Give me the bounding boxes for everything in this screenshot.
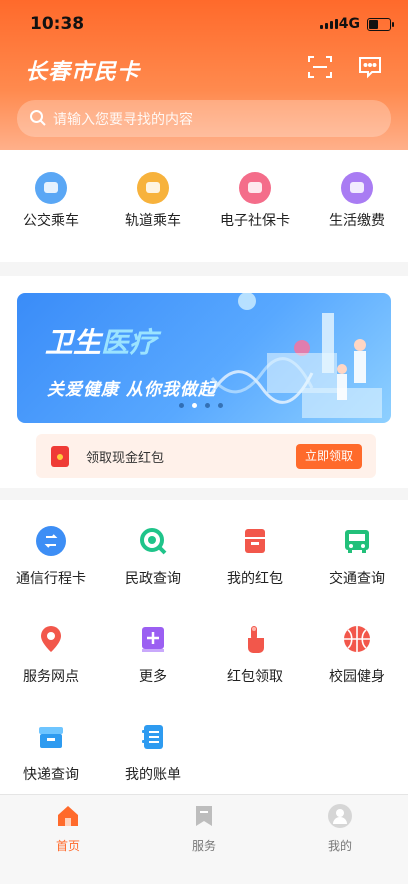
user-avatar-icon xyxy=(328,804,352,828)
service-item-my-red-packet[interactable]: 我的红包 xyxy=(204,526,306,588)
network-type: 4G xyxy=(338,16,360,32)
location-pin-icon xyxy=(41,626,61,652)
tab-mine[interactable]: 我的 xyxy=(272,803,408,854)
search-icon xyxy=(30,110,46,126)
service-item-travel-card[interactable]: 通信行程卡 xyxy=(0,526,102,588)
quick-item-bus[interactable]: 公交乘车 xyxy=(0,172,102,230)
service-item-label: 校园健身 xyxy=(329,669,385,685)
carousel-indicator[interactable] xyxy=(179,403,223,408)
service-item-label: 更多 xyxy=(139,669,167,685)
service-item-more[interactable]: 更多 xyxy=(102,624,204,686)
bus-icon xyxy=(345,530,369,553)
tab-label: 首页 xyxy=(55,839,80,853)
service-item-label: 快递查询 xyxy=(23,767,79,783)
quick-item-label: 电子社保卡 xyxy=(220,213,290,229)
travel-card-icon xyxy=(36,526,66,556)
red-packet-text: 领取现金红包 xyxy=(86,451,165,466)
quick-item-social-security[interactable]: 电子社保卡 xyxy=(204,172,306,230)
parcel-icon xyxy=(39,727,63,748)
service-item-label: 交通查询 xyxy=(329,571,385,587)
service-item-civil-affairs[interactable]: 民政查询 xyxy=(102,526,204,588)
quick-item-metro[interactable]: 轨道乘车 xyxy=(102,172,204,230)
home-icon xyxy=(58,806,78,826)
bottom-tab-bar: 首页 服务 我的 xyxy=(0,794,408,884)
battery-icon xyxy=(367,18,394,31)
search-circle-icon xyxy=(140,528,167,555)
search-placeholder: 请输入您要寻找的内容 xyxy=(53,112,193,128)
scan-icon[interactable] xyxy=(307,54,333,80)
service-grid: 通信行程卡 民政查询 我的红包 交通查询 服务网点 更多 红包领取 校园健身 快… xyxy=(0,500,408,794)
basketball-icon xyxy=(344,626,370,652)
header: 10:38 4G 长春市民卡 请输入您要寻找的内容 xyxy=(0,0,408,150)
banner-title: 卫生医疗 xyxy=(45,326,158,359)
search-input[interactable]: 请输入您要寻找的内容 xyxy=(17,100,391,137)
service-item-campus-fitness[interactable]: 校园健身 xyxy=(306,624,408,686)
plus-square-icon xyxy=(142,627,164,652)
social-security-card-icon xyxy=(239,172,271,204)
bill-icon xyxy=(142,725,163,749)
service-item-label: 我的红包 xyxy=(227,571,283,587)
tab-label: 我的 xyxy=(327,839,352,853)
status-time: 10:38 xyxy=(30,14,85,34)
bookmark-icon xyxy=(196,806,212,826)
tab-label: 服务 xyxy=(191,839,216,853)
service-item-label: 通信行程卡 xyxy=(16,571,86,587)
service-item-express[interactable]: 快递查询 xyxy=(0,722,102,784)
service-item-my-bill[interactable]: 我的账单 xyxy=(102,722,204,784)
signal-icon xyxy=(320,19,338,29)
quick-item-label: 轨道乘车 xyxy=(125,213,181,229)
service-item-label: 服务网点 xyxy=(23,669,79,685)
red-packet-icon xyxy=(51,446,69,467)
service-item-label: 我的账单 xyxy=(125,767,181,783)
quick-item-label: 公交乘车 xyxy=(23,213,79,229)
red-packet-icon xyxy=(245,529,265,553)
wallet-icon xyxy=(341,172,373,204)
status-bar: 10:38 4G xyxy=(0,14,408,38)
service-item-outlets[interactable]: 服务网点 xyxy=(0,624,102,686)
tab-services[interactable]: 服务 xyxy=(136,803,272,854)
service-item-traffic[interactable]: 交通查询 xyxy=(306,526,408,588)
quick-item-payment[interactable]: 生活缴费 xyxy=(306,172,408,230)
quick-item-label: 生活缴费 xyxy=(329,213,385,229)
health-banner[interactable]: 卫生医疗 关爱健康 从你我做起 xyxy=(17,293,391,423)
message-icon[interactable] xyxy=(357,54,383,80)
bus-card-icon xyxy=(35,172,67,204)
service-item-claim-red-packet[interactable]: 红包领取 xyxy=(204,624,306,686)
tab-home[interactable]: 首页 xyxy=(0,803,136,854)
promo-section: 卫生医疗 关爱健康 从你我做起 领取现金红包 立即领取 xyxy=(0,276,408,488)
app-title: 长春市民卡 xyxy=(25,60,141,85)
service-item-label: 民政查询 xyxy=(125,571,181,587)
hand-tap-icon xyxy=(248,626,264,653)
medical-illustration xyxy=(210,293,382,418)
service-item-label: 红包领取 xyxy=(227,669,283,685)
red-packet-bar[interactable]: 领取现金红包 立即领取 xyxy=(36,434,376,478)
quick-services: 公交乘车 轨道乘车 电子社保卡 生活缴费 xyxy=(0,150,408,262)
banner-slogan: 关爱健康 从你我做起 xyxy=(47,380,216,400)
metro-card-icon xyxy=(137,172,169,204)
claim-now-button[interactable]: 立即领取 xyxy=(296,444,362,469)
